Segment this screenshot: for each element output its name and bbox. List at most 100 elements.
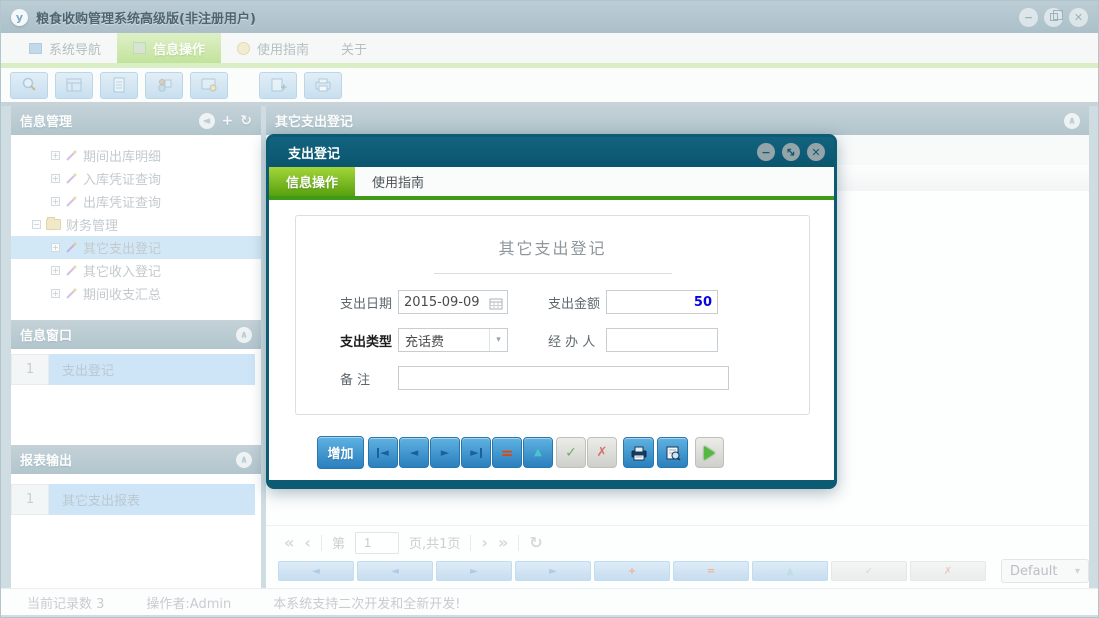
add-node-icon[interactable]: + <box>222 113 234 129</box>
calendar-icon[interactable] <box>489 295 503 314</box>
expense-amount-input[interactable] <box>606 290 718 314</box>
record-prev-button[interactable]: ◄ <box>357 561 433 581</box>
user-report-icon[interactable] <box>145 72 183 99</box>
dialog-resize-icon[interactable]: ↔ <box>782 143 800 161</box>
wand-icon <box>65 172 78 185</box>
dialog-tab-info-operation[interactable]: 信息操作 <box>269 167 355 196</box>
handler-label: 经 办 人 <box>548 331 606 350</box>
record-next-button[interactable]: ► <box>436 561 512 581</box>
collapse-up-icon[interactable]: ∧ <box>236 452 252 468</box>
panel-header-other-expense: 其它支出登记 ∧ <box>266 106 1089 135</box>
status-message: 本系统支持二次开发和全新开发! <box>273 593 460 612</box>
info-window-list: 1 支出登记 <box>11 349 261 445</box>
panel-header-info-window: 信息窗口 ∧ <box>11 320 261 349</box>
table-view-icon[interactable] <box>55 72 93 99</box>
cancel-button[interactable]: ✗ <box>587 437 617 468</box>
run-report-button[interactable] <box>695 437 724 468</box>
printer-icon[interactable] <box>304 72 342 99</box>
left-sidebar: 信息管理 ◄ + ↻ + 期间出库明细 + 入库凭证查询 <box>11 106 261 588</box>
collapse-left-icon[interactable]: ◄ <box>199 113 215 129</box>
record-count-label: 当前记录数 3 <box>27 593 104 612</box>
doc-add-icon[interactable]: + <box>259 72 297 99</box>
close-icon[interactable]: ✕ <box>1069 8 1088 27</box>
tree-item-other-expense-register[interactable]: + 其它支出登记 <box>11 236 261 259</box>
print-button[interactable] <box>623 437 654 468</box>
expand-icon[interactable]: + <box>51 266 60 275</box>
print-preview-button[interactable] <box>657 437 688 468</box>
default-dropdown[interactable]: Default ▾ <box>1001 559 1089 583</box>
window-icon <box>29 43 42 54</box>
tab-info-operation[interactable]: 信息操作 <box>117 33 221 63</box>
form-title: 其它支出登记 <box>296 235 809 259</box>
restore-icon[interactable] <box>1044 8 1063 27</box>
app-logo-icon: y <box>11 9 28 26</box>
remark-input[interactable] <box>398 366 729 390</box>
wand-icon <box>65 287 78 300</box>
expand-icon[interactable]: + <box>51 151 60 160</box>
reload-icon[interactable]: ↻ <box>529 533 542 552</box>
dialog-minimize-icon[interactable]: − <box>757 143 775 161</box>
type-label: 支出类型 <box>340 331 398 350</box>
expand-icon[interactable]: + <box>51 243 60 252</box>
wand-icon <box>65 264 78 277</box>
search-icon[interactable] <box>10 72 48 99</box>
collapse-up-icon[interactable]: ∧ <box>236 327 252 343</box>
dialog-tab-bar: 信息操作 使用指南 <box>269 167 834 200</box>
grid-icon <box>133 42 146 54</box>
panel-header-report-output: 报表输出 ∧ <box>11 445 261 474</box>
tab-system-nav[interactable]: 系统导航 <box>13 33 117 63</box>
last-record-button[interactable]: ► <box>461 437 491 468</box>
record-add-button[interactable]: + <box>594 561 670 581</box>
add-button[interactable]: 增加 <box>317 436 364 469</box>
refresh-tree-icon[interactable]: ↻ <box>240 113 252 129</box>
tab-about[interactable]: 关于 <box>325 33 383 63</box>
handler-input[interactable] <box>606 328 718 352</box>
tree-item-inbound-voucher-query[interactable]: + 入库凭证查询 <box>11 167 261 190</box>
confirm-button[interactable]: ✓ <box>556 437 586 468</box>
expand-icon[interactable]: + <box>51 197 60 206</box>
record-cancel-button[interactable]: ✗ <box>910 561 986 581</box>
prev-record-button[interactable]: ◄ <box>399 437 429 468</box>
record-first-button[interactable]: ◄ <box>278 561 354 581</box>
window-search-icon[interactable] <box>190 72 228 99</box>
expense-type-select[interactable]: 充话费 ▾ <box>398 328 508 352</box>
play-icon <box>704 446 715 460</box>
tree-item-finance-mgmt[interactable]: − 财务管理 <box>11 213 261 236</box>
list-item-expense-register[interactable]: 1 支出登记 <box>11 354 255 385</box>
page-number-input[interactable] <box>355 532 399 554</box>
list-item-other-expense-report[interactable]: 1 其它支出报表 <box>11 484 255 515</box>
edit-record-button[interactable]: ▲ <box>523 437 553 468</box>
collapse-up-icon[interactable]: ∧ <box>1064 113 1080 129</box>
amount-label: 支出金额 <box>548 293 606 312</box>
record-nav-toolbar: ◄ ◄ ► ► + = ▲ ✓ ✗ Default ▾ <box>266 559 1089 583</box>
first-page-icon[interactable]: « <box>284 533 294 552</box>
wand-icon <box>65 241 78 254</box>
panel-header-info-mgmt: 信息管理 ◄ + ↻ <box>11 106 261 135</box>
next-record-button[interactable]: ► <box>430 437 460 468</box>
first-record-button[interactable]: ◄ <box>368 437 398 468</box>
tree-item-other-income-register[interactable]: + 其它收入登记 <box>11 259 261 282</box>
last-page-icon[interactable]: » <box>498 533 508 552</box>
minimize-icon[interactable]: − <box>1019 8 1038 27</box>
tree-item-period-outbound-detail[interactable]: + 期间出库明细 <box>11 144 261 167</box>
record-last-button[interactable]: ► <box>515 561 591 581</box>
tab-user-guide[interactable]: 使用指南 <box>221 33 325 63</box>
expand-icon[interactable]: + <box>51 289 60 298</box>
dialog-tab-user-guide[interactable]: 使用指南 <box>355 167 441 196</box>
dialog-close-icon[interactable]: ✕ <box>807 143 825 161</box>
record-confirm-button[interactable]: ✓ <box>831 561 907 581</box>
tree-item-outbound-voucher-query[interactable]: + 出库凭证查询 <box>11 190 261 213</box>
record-delete-button[interactable]: = <box>673 561 749 581</box>
wand-icon <box>65 195 78 208</box>
document-icon[interactable] <box>100 72 138 99</box>
page-prefix-label: 第 <box>332 533 345 552</box>
record-edit-button[interactable]: ▲ <box>752 561 828 581</box>
wand-icon <box>65 149 78 162</box>
prev-page-icon[interactable]: ‹ <box>304 533 311 552</box>
next-page-icon[interactable]: › <box>481 533 488 552</box>
collapse-node-icon[interactable]: − <box>32 220 41 229</box>
delete-record-button[interactable]: = <box>492 437 522 468</box>
tree-item-period-balance-summary[interactable]: + 期间收支汇总 <box>11 282 261 305</box>
printer-icon <box>630 445 648 461</box>
expand-icon[interactable]: + <box>51 174 60 183</box>
